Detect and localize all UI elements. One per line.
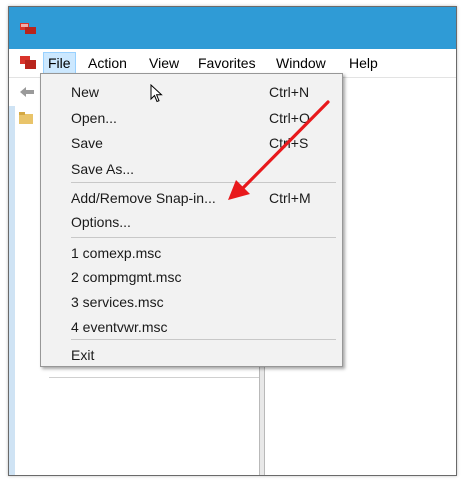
mouse-pointer-icon bbox=[150, 84, 163, 103]
title-bar bbox=[9, 7, 456, 49]
menu-item-label: 4 eventvwr.msc bbox=[71, 319, 168, 335]
menu-item-label: 2 compmgmt.msc bbox=[71, 269, 182, 285]
menu-item-new[interactable]: New Ctrl+N bbox=[41, 80, 342, 104]
menu-favorites[interactable]: Favorites bbox=[194, 53, 260, 73]
menu-item-label: Save As... bbox=[71, 161, 135, 177]
menu-item-label: Save bbox=[71, 135, 103, 151]
folder-icon[interactable] bbox=[19, 112, 33, 124]
menu-help[interactable]: Help bbox=[345, 53, 382, 73]
menu-separator bbox=[71, 237, 336, 238]
pane-border bbox=[49, 377, 259, 378]
menu-item-shortcut: Ctrl+S bbox=[269, 135, 309, 151]
back-arrow-icon[interactable] bbox=[19, 86, 35, 98]
menu-item-recent-3[interactable]: 3 services.msc bbox=[41, 290, 342, 314]
menu-item-label: New bbox=[71, 84, 100, 100]
menu-item-label: 1 comexp.msc bbox=[71, 245, 162, 261]
menu-item-recent-4[interactable]: 4 eventvwr.msc bbox=[41, 315, 342, 339]
menu-separator bbox=[71, 339, 336, 340]
menu-item-exit[interactable]: Exit bbox=[41, 343, 342, 367]
menu-window[interactable]: Window bbox=[272, 53, 330, 73]
menu-item-label: 3 services.msc bbox=[71, 294, 164, 310]
pane-splitter[interactable] bbox=[259, 357, 265, 475]
console-tree-strip bbox=[9, 106, 15, 475]
menu-item-label: Exit bbox=[71, 347, 95, 363]
menu-view[interactable]: View bbox=[145, 53, 183, 73]
menu-item-save[interactable]: Save Ctrl+S bbox=[41, 131, 342, 155]
menu-item-shortcut: Ctrl+N bbox=[269, 84, 310, 100]
console-document-icon bbox=[20, 56, 36, 69]
menu-item-recent-2[interactable]: 2 compmgmt.msc bbox=[41, 265, 342, 289]
menu-item-label: Options... bbox=[71, 214, 131, 230]
menu-separator bbox=[71, 182, 336, 183]
menu-action[interactable]: Action bbox=[84, 53, 131, 73]
menu-item-recent-1[interactable]: 1 comexp.msc bbox=[41, 241, 342, 265]
menu-item-save-as[interactable]: Save As... bbox=[41, 157, 342, 181]
mmc-app-icon bbox=[20, 23, 36, 34]
menu-item-label: Add/Remove Snap-in... bbox=[71, 190, 216, 206]
file-menu-dropdown: New Ctrl+N Open... Ctrl+O Save Ctrl+S Sa… bbox=[40, 73, 343, 367]
menu-item-label: Open... bbox=[71, 110, 117, 126]
menu-item-shortcut: Ctrl+O bbox=[269, 110, 310, 126]
menu-file[interactable]: File bbox=[43, 52, 76, 74]
menu-item-shortcut: Ctrl+M bbox=[269, 190, 311, 206]
menu-item-open[interactable]: Open... Ctrl+O bbox=[41, 106, 342, 130]
menu-item-add-remove-snap-in[interactable]: Add/Remove Snap-in... Ctrl+M bbox=[41, 186, 342, 210]
menu-item-options[interactable]: Options... bbox=[41, 210, 342, 234]
